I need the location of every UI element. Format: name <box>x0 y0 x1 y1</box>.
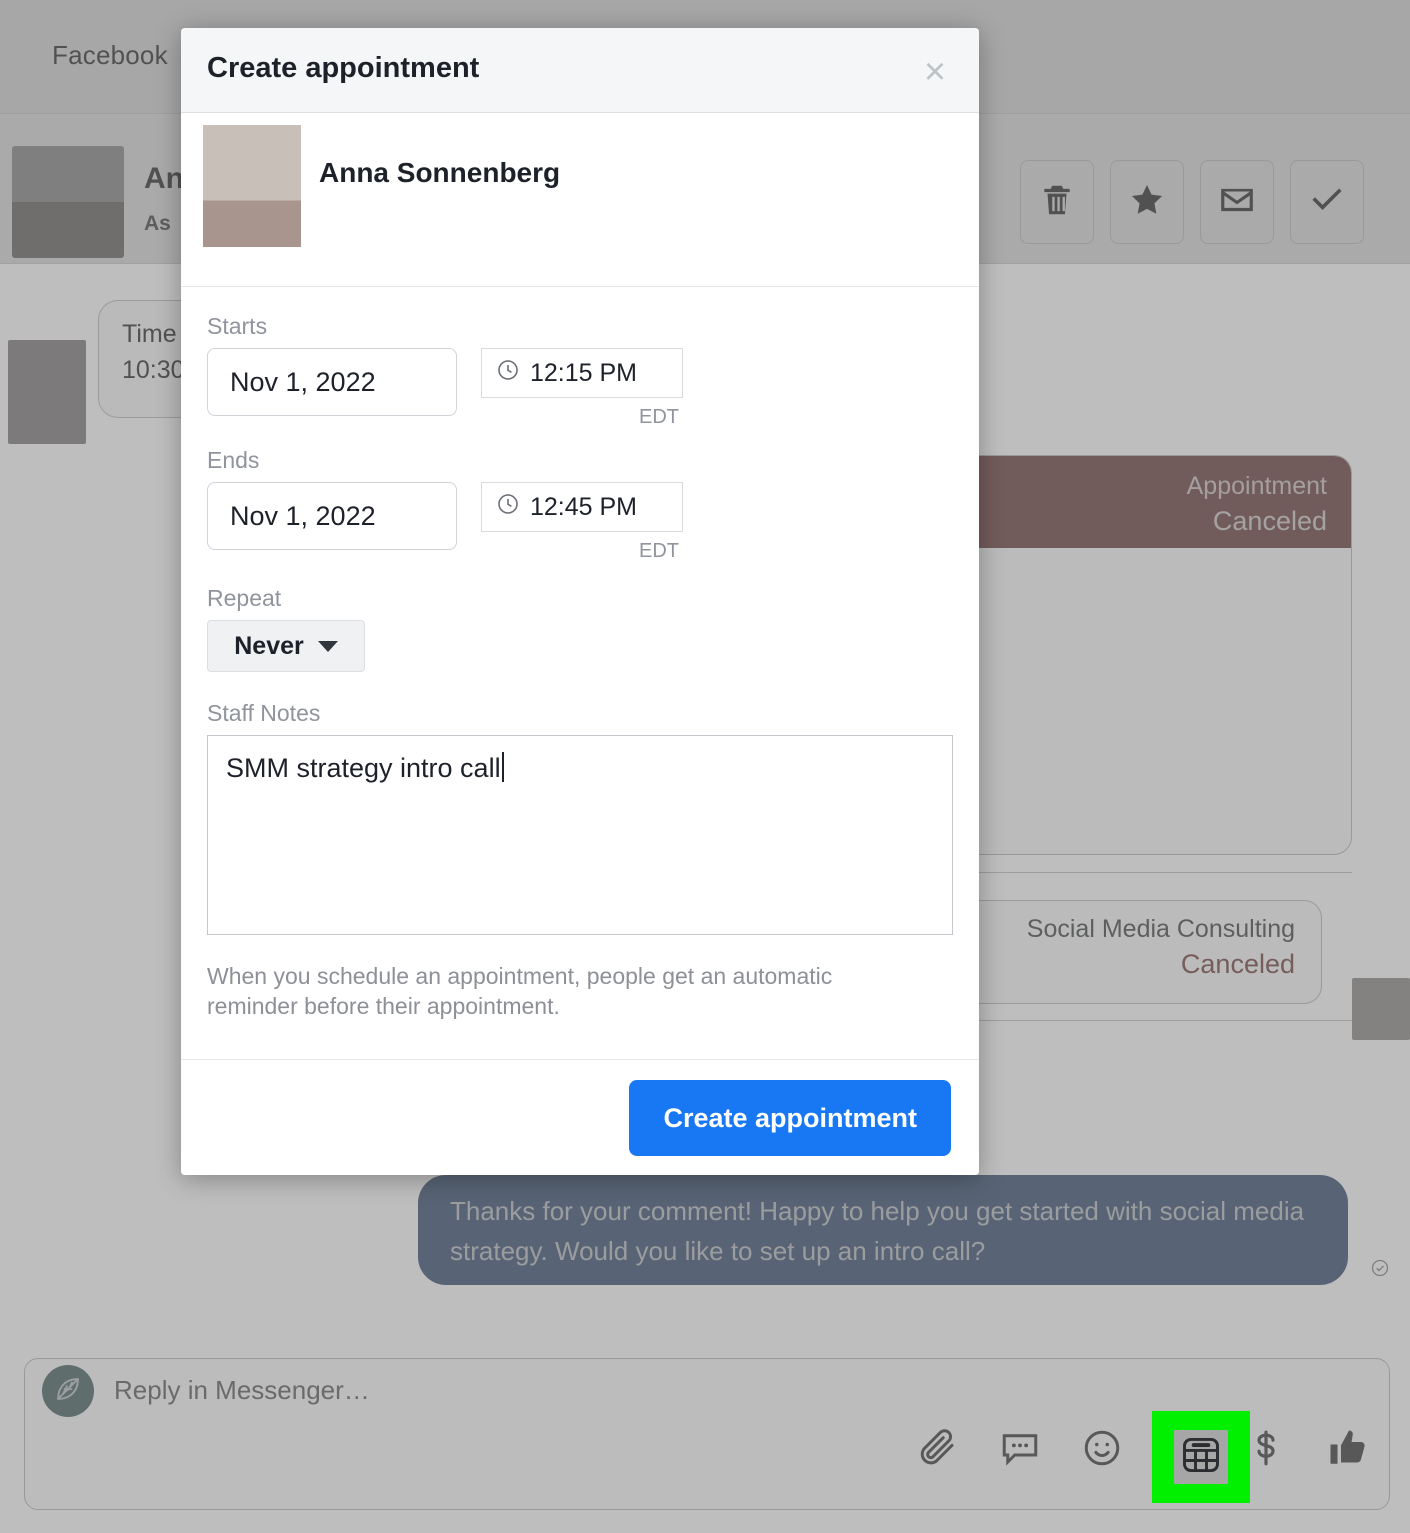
leaf-logo-icon <box>51 1372 85 1411</box>
text-cursor <box>501 752 504 782</box>
composer-icon-row <box>916 1428 1370 1472</box>
sender-avatar <box>1322 131 1380 189</box>
end-time-input[interactable]: 12:45 PM <box>481 482 683 532</box>
helper-text: When you schedule an appointment, people… <box>207 963 833 1019</box>
appointment-card-title: Appointment <box>1186 472 1327 500</box>
starts-row: Nov 1, 2022 12:15 PM EDT <box>207 348 953 429</box>
repeat-value: Never <box>234 631 304 660</box>
start-time-value: 12:15 PM <box>530 358 638 387</box>
app-root: Facebook An As Time 10:30 Appointment Ca… <box>0 0 1410 1533</box>
reply-input[interactable]: Reply in Messenger… <box>114 1375 370 1406</box>
page-title: Create appointment <box>207 52 480 84</box>
thumbnail-right <box>1352 978 1410 1040</box>
end-timezone: EDT <box>639 540 679 562</box>
end-time-group: 12:45 PM EDT <box>481 482 683 563</box>
email-button[interactable] <box>1200 160 1274 244</box>
envelope-icon <box>1218 181 1256 224</box>
trash-icon <box>1038 181 1076 224</box>
timestamp-line-1: Time <box>122 320 177 348</box>
dialog-footer: Create appointment <box>181 1059 979 1175</box>
background-action-toolbar <box>1020 160 1364 244</box>
staff-notes-input[interactable]: SMM strategy intro call <box>207 735 953 935</box>
start-date-input[interactable]: Nov 1, 2022 <box>207 348 457 416</box>
composer-avatar <box>42 1365 94 1417</box>
staff-notes-value: SMM strategy intro call <box>226 753 501 783</box>
emoji-button[interactable] <box>1080 1428 1124 1472</box>
paperclip-icon <box>917 1427 959 1474</box>
end-time-value: 12:45 PM <box>530 492 638 521</box>
dialog-person-row: Anna Sonnenberg <box>181 113 979 287</box>
repeat-label: Repeat <box>207 585 282 611</box>
staff-notes-label: Staff Notes <box>207 700 321 726</box>
person-name: Anna Sonnenberg <box>319 157 561 188</box>
service-status-badge: Canceled <box>1180 949 1295 979</box>
like-button[interactable] <box>1326 1428 1370 1472</box>
attach-button[interactable] <box>916 1428 960 1472</box>
repeat-select[interactable]: Never <box>207 620 365 672</box>
payment-button[interactable] <box>1244 1428 1288 1472</box>
delete-button[interactable] <box>1020 160 1094 244</box>
create-appointment-dialog: Create appointment × Anna Sonnenberg Sta… <box>181 28 979 1175</box>
contact-name: An <box>144 162 184 195</box>
star-icon <box>1128 181 1166 224</box>
calendar-icon <box>1179 1433 1223 1482</box>
ends-label: Ends <box>207 447 260 473</box>
avatar <box>12 146 124 258</box>
start-timezone: EDT <box>639 406 679 428</box>
avatar <box>203 125 301 247</box>
clock-icon <box>496 492 520 523</box>
end-date-input[interactable]: Nov 1, 2022 <box>207 482 457 550</box>
outgoing-message-bubble: Thanks for your comment! Happy to help y… <box>418 1175 1348 1285</box>
appointment-button[interactable] <box>1174 1430 1228 1484</box>
ends-row: Nov 1, 2022 12:45 PM EDT <box>207 482 953 563</box>
dollar-icon <box>1245 1427 1287 1474</box>
thumbs-up-icon <box>1327 1427 1369 1474</box>
thumbnail-left <box>8 340 86 444</box>
chevron-down-icon <box>317 640 338 652</box>
clock-icon <box>496 358 520 389</box>
dialog-header: Create appointment × <box>181 28 979 113</box>
close-icon[interactable]: × <box>913 50 957 94</box>
chat-bubble-icon <box>999 1427 1041 1474</box>
smiley-icon <box>1081 1427 1123 1474</box>
delivered-check-icon <box>1370 1258 1390 1278</box>
service-card-title: Social Media Consulting <box>1026 915 1295 943</box>
tab-facebook[interactable]: Facebook <box>52 40 168 71</box>
create-appointment-button[interactable]: Create appointment <box>629 1080 951 1156</box>
dialog-body: Starts Nov 1, 2022 12:15 PM EDT Ends Nov… <box>181 287 979 1085</box>
contact-subtitle: As <box>144 212 171 235</box>
timestamp-line-2: 10:30 <box>122 356 185 384</box>
start-time-group: 12:15 PM EDT <box>481 348 683 429</box>
start-time-input[interactable]: 12:15 PM <box>481 348 683 398</box>
starts-label: Starts <box>207 313 268 339</box>
status-badge: Canceled <box>1212 506 1327 536</box>
favorite-button[interactable] <box>1110 160 1184 244</box>
saved-reply-button[interactable] <box>998 1428 1042 1472</box>
